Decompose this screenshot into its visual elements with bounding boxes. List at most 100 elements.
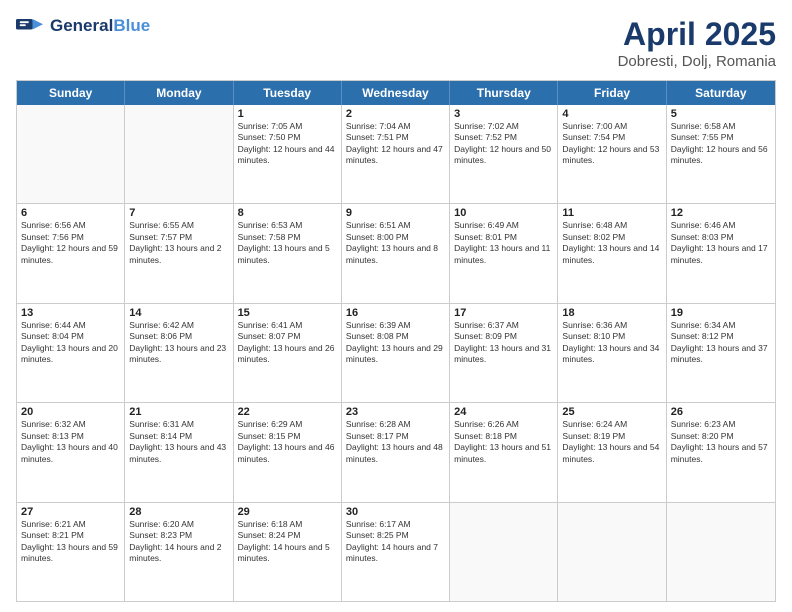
day-number: 1 <box>238 108 337 120</box>
cell-w3-d6: 18Sunrise: 6:36 AM Sunset: 8:10 PM Dayli… <box>558 304 666 402</box>
cell-info: Sunrise: 6:41 AM Sunset: 8:07 PM Dayligh… <box>238 320 337 366</box>
cell-w3-d5: 17Sunrise: 6:37 AM Sunset: 8:09 PM Dayli… <box>450 304 558 402</box>
cell-info: Sunrise: 6:55 AM Sunset: 7:57 PM Dayligh… <box>129 220 228 266</box>
day-number: 27 <box>21 506 120 518</box>
cell-info: Sunrise: 6:36 AM Sunset: 8:10 PM Dayligh… <box>562 320 661 366</box>
cell-info: Sunrise: 6:39 AM Sunset: 8:08 PM Dayligh… <box>346 320 445 366</box>
title-block: April 2025 Dobresti, Dolj, Romania <box>618 16 776 70</box>
header: GeneralBlue April 2025 Dobresti, Dolj, R… <box>16 16 776 70</box>
cell-w5-d4: 30Sunrise: 6:17 AM Sunset: 8:25 PM Dayli… <box>342 503 450 601</box>
cell-info: Sunrise: 6:17 AM Sunset: 8:25 PM Dayligh… <box>346 519 445 565</box>
header-monday: Monday <box>125 81 233 105</box>
cell-info: Sunrise: 6:24 AM Sunset: 8:19 PM Dayligh… <box>562 419 661 465</box>
cell-w3-d4: 16Sunrise: 6:39 AM Sunset: 8:08 PM Dayli… <box>342 304 450 402</box>
day-number: 28 <box>129 506 228 518</box>
logo-icon <box>16 16 46 34</box>
cell-w4-d7: 26Sunrise: 6:23 AM Sunset: 8:20 PM Dayli… <box>667 403 775 501</box>
cell-info: Sunrise: 6:32 AM Sunset: 8:13 PM Dayligh… <box>21 419 120 465</box>
cell-w3-d7: 19Sunrise: 6:34 AM Sunset: 8:12 PM Dayli… <box>667 304 775 402</box>
cell-info: Sunrise: 7:04 AM Sunset: 7:51 PM Dayligh… <box>346 121 445 167</box>
day-number: 16 <box>346 307 445 319</box>
cell-info: Sunrise: 7:05 AM Sunset: 7:50 PM Dayligh… <box>238 121 337 167</box>
cell-w1-d6: 4Sunrise: 7:00 AM Sunset: 7:54 PM Daylig… <box>558 105 666 203</box>
day-number: 30 <box>346 506 445 518</box>
cell-info: Sunrise: 6:23 AM Sunset: 8:20 PM Dayligh… <box>671 419 771 465</box>
cell-w4-d6: 25Sunrise: 6:24 AM Sunset: 8:19 PM Dayli… <box>558 403 666 501</box>
cell-w4-d3: 22Sunrise: 6:29 AM Sunset: 8:15 PM Dayli… <box>234 403 342 501</box>
cell-w3-d3: 15Sunrise: 6:41 AM Sunset: 8:07 PM Dayli… <box>234 304 342 402</box>
day-number: 22 <box>238 406 337 418</box>
day-number: 3 <box>454 108 553 120</box>
cell-w4-d5: 24Sunrise: 6:26 AM Sunset: 8:18 PM Dayli… <box>450 403 558 501</box>
day-number: 24 <box>454 406 553 418</box>
header-sunday: Sunday <box>17 81 125 105</box>
cell-info: Sunrise: 6:51 AM Sunset: 8:00 PM Dayligh… <box>346 220 445 266</box>
day-number: 20 <box>21 406 120 418</box>
header-tuesday: Tuesday <box>234 81 342 105</box>
cell-w5-d5 <box>450 503 558 601</box>
cell-w3-d2: 14Sunrise: 6:42 AM Sunset: 8:06 PM Dayli… <box>125 304 233 402</box>
cell-w1-d4: 2Sunrise: 7:04 AM Sunset: 7:51 PM Daylig… <box>342 105 450 203</box>
day-number: 19 <box>671 307 771 319</box>
cell-info: Sunrise: 6:20 AM Sunset: 8:23 PM Dayligh… <box>129 519 228 565</box>
day-number: 12 <box>671 207 771 219</box>
cell-info: Sunrise: 6:46 AM Sunset: 8:03 PM Dayligh… <box>671 220 771 266</box>
day-number: 8 <box>238 207 337 219</box>
header-friday: Friday <box>558 81 666 105</box>
cell-info: Sunrise: 6:44 AM Sunset: 8:04 PM Dayligh… <box>21 320 120 366</box>
calendar-header: Sunday Monday Tuesday Wednesday Thursday… <box>17 81 775 105</box>
cell-w5-d6 <box>558 503 666 601</box>
day-number: 13 <box>21 307 120 319</box>
logo-text: GeneralBlue <box>50 17 150 36</box>
cell-info: Sunrise: 6:21 AM Sunset: 8:21 PM Dayligh… <box>21 519 120 565</box>
day-number: 18 <box>562 307 661 319</box>
cell-info: Sunrise: 6:26 AM Sunset: 8:18 PM Dayligh… <box>454 419 553 465</box>
day-number: 4 <box>562 108 661 120</box>
cell-w2-d3: 8Sunrise: 6:53 AM Sunset: 7:58 PM Daylig… <box>234 204 342 302</box>
cell-info: Sunrise: 6:18 AM Sunset: 8:24 PM Dayligh… <box>238 519 337 565</box>
cell-info: Sunrise: 6:31 AM Sunset: 8:14 PM Dayligh… <box>129 419 228 465</box>
header-thursday: Thursday <box>450 81 558 105</box>
day-number: 25 <box>562 406 661 418</box>
week-row-4: 20Sunrise: 6:32 AM Sunset: 8:13 PM Dayli… <box>17 402 775 501</box>
day-number: 9 <box>346 207 445 219</box>
day-number: 14 <box>129 307 228 319</box>
cell-info: Sunrise: 6:56 AM Sunset: 7:56 PM Dayligh… <box>21 220 120 266</box>
cell-w5-d2: 28Sunrise: 6:20 AM Sunset: 8:23 PM Dayli… <box>125 503 233 601</box>
week-row-3: 13Sunrise: 6:44 AM Sunset: 8:04 PM Dayli… <box>17 303 775 402</box>
cell-info: Sunrise: 6:58 AM Sunset: 7:55 PM Dayligh… <box>671 121 771 167</box>
cell-w1-d2 <box>125 105 233 203</box>
cell-w4-d2: 21Sunrise: 6:31 AM Sunset: 8:14 PM Dayli… <box>125 403 233 501</box>
day-number: 2 <box>346 108 445 120</box>
cell-w1-d3: 1Sunrise: 7:05 AM Sunset: 7:50 PM Daylig… <box>234 105 342 203</box>
cell-info: Sunrise: 6:49 AM Sunset: 8:01 PM Dayligh… <box>454 220 553 266</box>
day-number: 23 <box>346 406 445 418</box>
cell-w1-d7: 5Sunrise: 6:58 AM Sunset: 7:55 PM Daylig… <box>667 105 775 203</box>
cell-w3-d1: 13Sunrise: 6:44 AM Sunset: 8:04 PM Dayli… <box>17 304 125 402</box>
cell-info: Sunrise: 7:00 AM Sunset: 7:54 PM Dayligh… <box>562 121 661 167</box>
cell-w2-d5: 10Sunrise: 6:49 AM Sunset: 8:01 PM Dayli… <box>450 204 558 302</box>
header-wednesday: Wednesday <box>342 81 450 105</box>
day-number: 29 <box>238 506 337 518</box>
cell-info: Sunrise: 6:42 AM Sunset: 8:06 PM Dayligh… <box>129 320 228 366</box>
day-number: 5 <box>671 108 771 120</box>
day-number: 7 <box>129 207 228 219</box>
cell-w2-d7: 12Sunrise: 6:46 AM Sunset: 8:03 PM Dayli… <box>667 204 775 302</box>
cell-info: Sunrise: 6:48 AM Sunset: 8:02 PM Dayligh… <box>562 220 661 266</box>
logo: GeneralBlue <box>16 16 150 36</box>
day-number: 6 <box>21 207 120 219</box>
day-number: 15 <box>238 307 337 319</box>
cell-w4-d4: 23Sunrise: 6:28 AM Sunset: 8:17 PM Dayli… <box>342 403 450 501</box>
calendar-title: April 2025 <box>618 16 776 53</box>
cell-info: Sunrise: 7:02 AM Sunset: 7:52 PM Dayligh… <box>454 121 553 167</box>
calendar-body: 1Sunrise: 7:05 AM Sunset: 7:50 PM Daylig… <box>17 105 775 601</box>
day-number: 11 <box>562 207 661 219</box>
cell-w2-d6: 11Sunrise: 6:48 AM Sunset: 8:02 PM Dayli… <box>558 204 666 302</box>
cell-w2-d2: 7Sunrise: 6:55 AM Sunset: 7:57 PM Daylig… <box>125 204 233 302</box>
cell-w1-d5: 3Sunrise: 7:02 AM Sunset: 7:52 PM Daylig… <box>450 105 558 203</box>
cell-w2-d1: 6Sunrise: 6:56 AM Sunset: 7:56 PM Daylig… <box>17 204 125 302</box>
cell-w1-d1 <box>17 105 125 203</box>
day-number: 21 <box>129 406 228 418</box>
cell-w4-d1: 20Sunrise: 6:32 AM Sunset: 8:13 PM Dayli… <box>17 403 125 501</box>
cell-info: Sunrise: 6:34 AM Sunset: 8:12 PM Dayligh… <box>671 320 771 366</box>
